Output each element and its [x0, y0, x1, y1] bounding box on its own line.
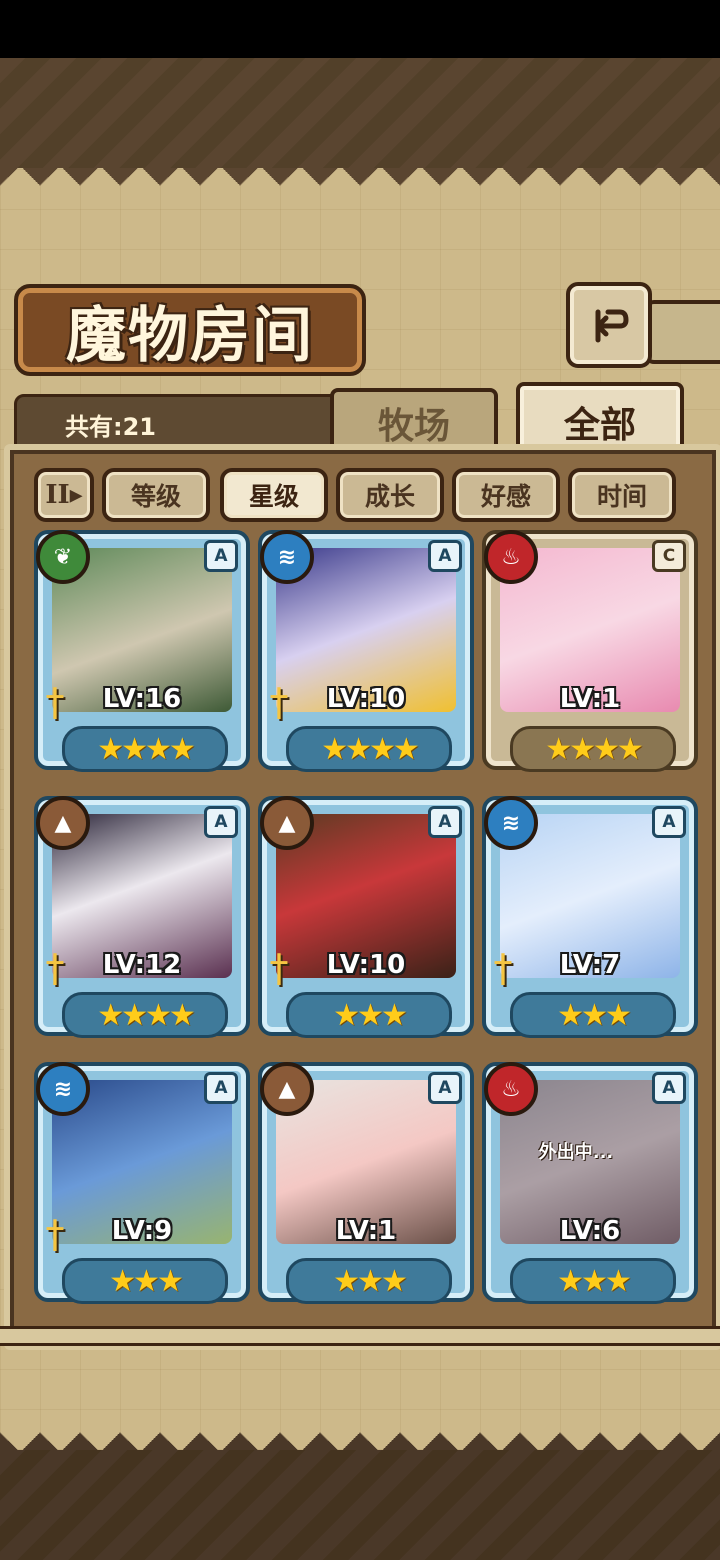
- level-label: LV:12: [102, 950, 182, 980]
- sort-level-button[interactable]: 等级: [102, 468, 210, 522]
- monster-card[interactable]: ❦ A † LV:16 ★★★★: [34, 530, 250, 772]
- monster-card[interactable]: ▲ A † LV:10 ★★★: [258, 796, 474, 1038]
- level-label: LV:10: [326, 684, 406, 714]
- return-arrow-icon: [595, 309, 629, 343]
- fire-element-icon: ♨: [484, 530, 538, 584]
- rank-badge: A: [428, 806, 462, 838]
- monster-card[interactable]: ▲ A † LV:12 ★★★★: [34, 796, 250, 1038]
- map-background-bottom: [0, 1450, 720, 1560]
- water-element-icon: ≋: [260, 530, 314, 584]
- level-label: LV:1: [559, 684, 621, 714]
- monster-card[interactable]: ≋ A † LV:9 ★★★: [34, 1062, 250, 1304]
- monster-count: 共有:21: [65, 413, 156, 441]
- page-title: 魔物房间: [66, 300, 314, 371]
- back-rail: [644, 300, 720, 364]
- level-label: LV:6: [559, 1216, 621, 1246]
- sort-time-button[interactable]: 时间: [568, 468, 676, 522]
- star-rating: ★★★: [510, 1258, 676, 1304]
- level-label: LV:10: [326, 950, 406, 980]
- sort-order-toggle-button[interactable]: II▸: [34, 468, 94, 522]
- sort-star-button[interactable]: 星级: [220, 468, 328, 522]
- map-background-top: [0, 58, 720, 168]
- rank-badge: A: [204, 540, 238, 572]
- sort-affection-button[interactable]: 好感: [452, 468, 560, 522]
- back-button[interactable]: [566, 282, 652, 368]
- monster-card[interactable]: ♨ A 外出中... LV:6 ★★★: [482, 1062, 698, 1304]
- torn-edge-bottom: [0, 1420, 720, 1450]
- monster-card[interactable]: ≋ A † LV:10 ★★★★: [258, 530, 474, 772]
- star-rating: ★★★★: [286, 726, 452, 772]
- star-rating: ★★★★: [510, 726, 676, 772]
- level-label: LV:9: [111, 1216, 173, 1246]
- rank-badge: A: [428, 540, 462, 572]
- level-label: LV:7: [559, 950, 621, 980]
- rank-badge: A: [652, 806, 686, 838]
- level-label: LV:16: [102, 684, 182, 714]
- star-rating: ★★★: [286, 992, 452, 1038]
- star-rating: ★★★★: [62, 726, 228, 772]
- monster-card[interactable]: ▲ A LV:1 ★★★: [258, 1062, 474, 1304]
- rank-badge: A: [204, 806, 238, 838]
- level-label: LV:1: [335, 1216, 397, 1246]
- earth-element-icon: ▲: [260, 796, 314, 850]
- rank-badge: A: [204, 1072, 238, 1104]
- star-rating: ★★★★: [62, 992, 228, 1038]
- title-plate: 魔物房间: [14, 284, 366, 376]
- water-element-icon: ≋: [484, 796, 538, 850]
- rank-badge: C: [652, 540, 686, 572]
- grass-element-icon: ❦: [36, 530, 90, 584]
- status-bar: [0, 0, 720, 58]
- rank-badge: A: [428, 1072, 462, 1104]
- fire-element-icon: ♨: [484, 1062, 538, 1116]
- star-rating: ★★★: [62, 1258, 228, 1304]
- star-rating: ★★★: [510, 992, 676, 1038]
- water-element-icon: ≋: [36, 1062, 90, 1116]
- away-status-label: 外出中...: [538, 1142, 614, 1163]
- earth-element-icon: ▲: [260, 1062, 314, 1116]
- rank-badge: A: [652, 1072, 686, 1104]
- torn-edge-top: [0, 168, 720, 198]
- monster-card[interactable]: ♨ C LV:1 ★★★★: [482, 530, 698, 772]
- panel-bottom-border: [0, 1326, 720, 1346]
- sort-growth-button[interactable]: 成长: [336, 468, 444, 522]
- monster-card[interactable]: ≋ A † LV:7 ★★★: [482, 796, 698, 1038]
- earth-element-icon: ▲: [36, 796, 90, 850]
- star-rating: ★★★: [286, 1258, 452, 1304]
- sort-toggle-icon: II▸: [45, 480, 83, 510]
